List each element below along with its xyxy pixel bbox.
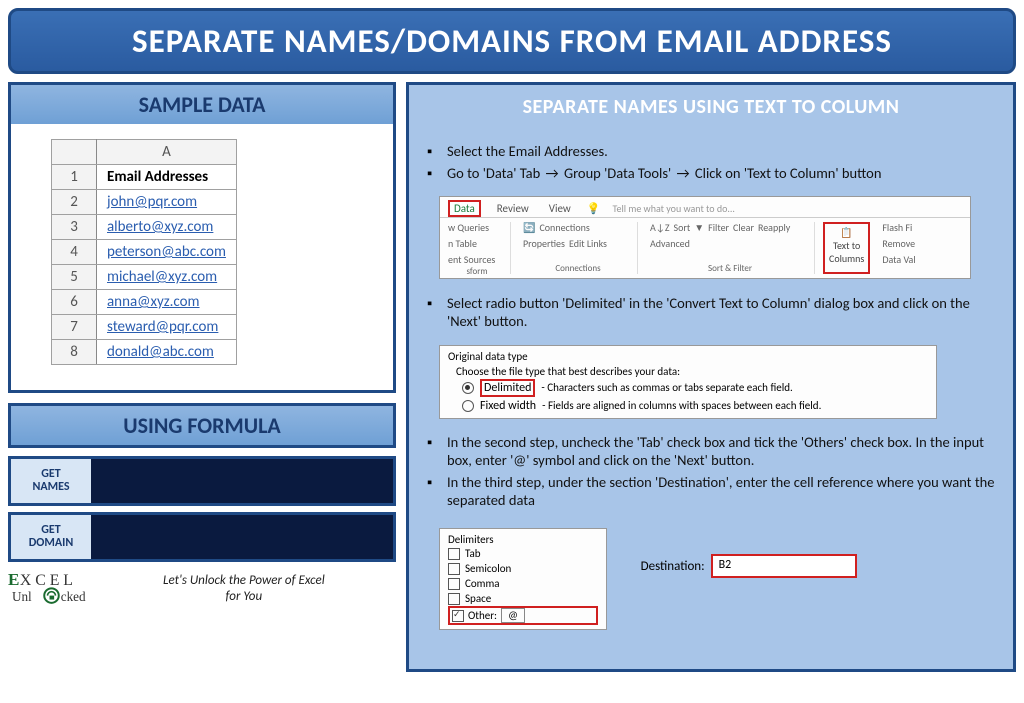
steps-list: In the second step, uncheck the 'Tab' ch… xyxy=(419,433,1003,510)
svg-text:E: E xyxy=(8,570,19,589)
col-header-A: A xyxy=(97,140,237,165)
destination-input[interactable]: B2 xyxy=(711,554,857,578)
other-delim-input[interactable]: @ xyxy=(501,608,525,623)
svg-text:X C E L: X C E L xyxy=(20,572,73,589)
checkbox-tab[interactable] xyxy=(448,548,460,560)
arrow-icon xyxy=(674,164,691,182)
dialog-group-title: Original data type xyxy=(448,350,928,365)
email-link[interactable]: peterson@abc.com xyxy=(107,243,226,261)
checkbox-other[interactable] xyxy=(452,610,464,622)
email-link[interactable]: john@pqr.com xyxy=(107,193,197,211)
text-to-columns-icon: 📋 xyxy=(840,226,852,239)
get-names-label: GET NAMES xyxy=(11,459,91,503)
get-names-field xyxy=(91,459,393,503)
email-link[interactable]: alberto@xyz.com xyxy=(107,218,213,236)
sample-data-table-wrap: A 1Email Addresses 2john@pqr.com 3albert… xyxy=(11,124,393,390)
svg-text:cked: cked xyxy=(61,589,86,604)
delimiters-title: Delimiters xyxy=(448,533,598,546)
right-panel: SEPARATE NAMES USING TEXT TO COLUMN Sele… xyxy=(406,82,1016,672)
text-to-columns-button[interactable]: 📋 Text to Columns xyxy=(823,222,870,274)
sort-icon[interactable]: A↓Z xyxy=(650,222,670,234)
main-title-text: SEPARATE NAMES/DOMAINS FROM EMAIL ADDRES… xyxy=(132,21,892,61)
step-item: Select the Email Addresses. xyxy=(427,142,1003,160)
email-link[interactable]: donald@abc.com xyxy=(107,343,214,361)
excel-unlocked-logo: E X C E L Unl cked xyxy=(8,568,153,610)
sample-data-panel: SAMPLE DATA A 1Email Addresses 2john@pqr… xyxy=(8,82,396,393)
using-formula-panel: USING FORMULA xyxy=(8,403,396,448)
excel-ribbon-screenshot: Data Review View 💡 Tell me what you want… xyxy=(439,196,971,279)
email-link[interactable]: steward@pqr.com xyxy=(107,318,218,336)
using-formula-header: USING FORMULA xyxy=(11,406,393,445)
arrow-icon xyxy=(544,164,561,182)
lightbulb-icon: 💡 xyxy=(587,202,601,215)
ribbon-group-sort-filter: A↓Z Sort ▼ Filter Clear Reapply Advanced… xyxy=(646,222,815,274)
left-column: SAMPLE DATA A 1Email Addresses 2john@pqr… xyxy=(8,82,396,672)
radio-fixed-width-label: Fixed width xyxy=(480,399,536,413)
destination-row: Destination: B2 xyxy=(641,554,857,578)
get-domain-label: GET DOMAIN xyxy=(11,515,91,559)
email-link[interactable]: anna@xyz.com xyxy=(107,293,200,311)
step-item: Select radio button 'Delimited' in the '… xyxy=(427,294,1003,330)
table-title-row: Email Addresses xyxy=(97,165,237,190)
brand-tagline: Let's Unlock the Power of Excel for You xyxy=(163,573,325,604)
excel-sample-table: A 1Email Addresses 2john@pqr.com 3albert… xyxy=(51,139,237,365)
radio-delimited-label: Delimited xyxy=(480,379,535,397)
ribbon-tab-view[interactable]: View xyxy=(545,201,575,216)
sample-data-header: SAMPLE DATA xyxy=(11,85,393,124)
get-domain-field xyxy=(91,515,393,559)
ribbon-tab-review[interactable]: Review xyxy=(493,201,533,216)
dialog-subtitle: Choose the file type that best describes… xyxy=(448,365,928,378)
delimiters-panel: Delimiters Tab Semicolon Comma Space Oth… xyxy=(439,528,607,630)
step-item: In the second step, uncheck the 'Tab' ch… xyxy=(427,433,1003,469)
radio-fixed-width[interactable] xyxy=(462,400,474,412)
ribbon-group-connections: 🔄 Connections Properties Edit Links Conn… xyxy=(519,222,638,274)
svg-text:Unl: Unl xyxy=(12,589,32,604)
checkbox-comma[interactable] xyxy=(448,578,460,590)
ribbon-tab-data[interactable]: Data xyxy=(448,200,481,217)
get-domain-row: GET DOMAIN xyxy=(8,512,396,562)
ribbon-group-transform: w Queriesn Tableent Sources sform xyxy=(444,222,511,274)
destination-label: Destination: xyxy=(641,559,705,574)
main-title-banner: SEPARATE NAMES/DOMAINS FROM EMAIL ADDRES… xyxy=(8,8,1016,74)
checkbox-semicolon[interactable] xyxy=(448,563,460,575)
ribbon-group-data-tools: Flash FiRemoveData Val xyxy=(878,222,936,274)
tell-me-box[interactable]: Tell me what you want to do... xyxy=(613,202,735,215)
filter-icon[interactable]: ▼ xyxy=(694,222,704,234)
text-wizard-step1-dialog: Original data type Choose the file type … xyxy=(439,345,937,419)
step-item: In the third step, under the section 'De… xyxy=(427,473,1003,509)
step-item: Go to 'Data' Tab Group 'Data Tools' Clic… xyxy=(427,164,1003,182)
steps-list: Select the Email Addresses. Go to 'Data'… xyxy=(419,142,1003,182)
brand-row: E X C E L Unl cked Let's Unlock the Powe… xyxy=(8,568,396,610)
right-panel-header: SEPARATE NAMES USING TEXT TO COLUMN xyxy=(419,91,1003,127)
checkbox-space[interactable] xyxy=(448,593,460,605)
email-link[interactable]: michael@xyz.com xyxy=(107,268,217,286)
radio-delimited[interactable] xyxy=(462,382,474,394)
steps-list: Select radio button 'Delimited' in the '… xyxy=(419,294,1003,330)
refresh-icon[interactable]: 🔄 xyxy=(523,222,535,234)
get-names-row: GET NAMES xyxy=(8,456,396,506)
